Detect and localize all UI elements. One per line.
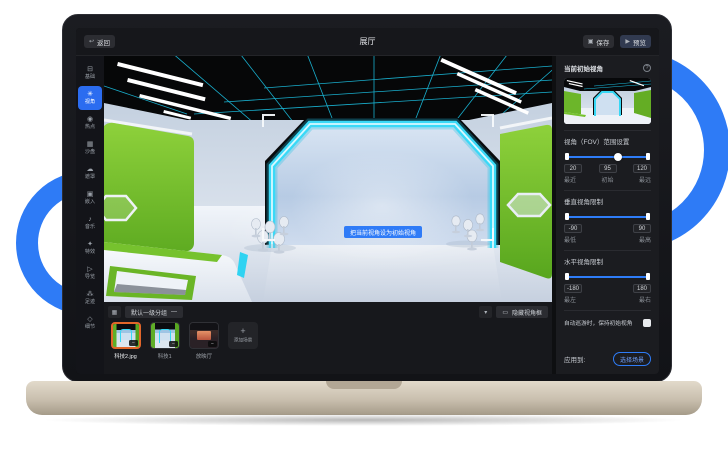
help-icon[interactable]: ? [643,64,651,72]
initial-view-preview [564,78,651,124]
app-window: ↩ 返回 展厅 ▣ 保存 ▶ 预览 ⊟ 基础 ✳ 视角 [76,28,659,374]
sidebar-item-basic[interactable]: ⊟ 基础 [78,61,102,85]
scene-badge: − [208,341,217,347]
sidebar-item-footprints[interactable]: ⁂ 足迹 [78,286,102,310]
back-arrow-icon: ↩ [89,38,94,45]
fov-min-value[interactable]: 20 [564,164,582,173]
vertical-max-handle[interactable] [646,213,650,220]
vertical-min-handle[interactable] [565,213,569,220]
grid-icon: ▦ [112,309,118,316]
select-scene-button[interactable]: 选择场景 [613,352,651,366]
scene-badge: − [129,340,138,346]
save-button[interactable]: ▣ 保存 [583,35,615,48]
layers-icon: ⊟ [87,66,93,74]
fov-section-title: 视角（FOV）范围设置 [564,136,651,146]
panel-toggle-button[interactable]: ▾ [479,306,492,318]
hotspot-icon: ◉ [87,116,93,124]
collapse-dash-icon: — [171,309,177,315]
scene-thumb-3[interactable]: − 放映厅 [189,322,219,360]
back-button[interactable]: ↩ 返回 [84,35,115,48]
apply-to-label: 应用到: [564,354,585,364]
play-icon: ▶ [625,38,630,45]
scene-viewport[interactable]: 把当前视角设为初始视角 [104,56,552,302]
auto-tour-label: 自动巡游时，保持初始视角 [564,318,632,327]
horizontal-max-value[interactable]: 180 [633,284,651,293]
laptop-base-notch [326,381,402,389]
sidebar-item-hotspot[interactable]: ◉ 热点 [78,111,102,135]
sidebar-item-view[interactable]: ✳ 视角 [78,86,102,110]
panel-title: 当前初始视角 [564,63,603,73]
view-angle-icon: ✳ [87,91,93,99]
footprints-icon: ⁂ [87,291,94,299]
horizontal-min-value[interactable]: -180 [564,284,582,293]
sandbox-icon: ▦ [87,141,94,149]
frame-icon: ▭ [502,309,508,316]
vertical-limit-slider[interactable] [565,212,650,221]
preview-label: 预览 [633,37,646,47]
add-scene-button[interactable]: + 添加场景 [228,322,258,349]
vertical-max-value[interactable]: 90 [633,224,651,233]
sidebar-item-mask[interactable]: ☁ 遮罩 [78,161,102,185]
scene-render [104,56,552,302]
sidebar-item-tour[interactable]: ▷ 导览 [78,261,102,285]
scene-strip-panel: ▦ 默认一级分组 — ▾ ▭ 隐藏视角框 − [104,302,552,374]
sidebar-item-music[interactable]: ♪ 音乐 [78,211,102,235]
fov-range-slider[interactable] [565,152,650,161]
sidebar-item-details[interactable]: ◇ 细节 [78,311,102,335]
vertical-min-value[interactable]: -90 [564,224,582,233]
tool-sidebar: ⊟ 基础 ✳ 视角 ◉ 热点 ▦ 沙盘 ☁ 遮罩 ▣ 嵌入 ♪ 音乐 ✦ [76,56,104,374]
scene-badge: − [169,341,178,347]
fov-min-handle[interactable] [565,153,569,160]
auto-tour-checkbox[interactable] [643,319,651,327]
sidebar-item-effects[interactable]: ✦ 特效 [78,236,102,260]
plus-icon: + [240,327,245,336]
embed-icon: ▣ [87,191,94,199]
top-bar: ↩ 返回 展厅 ▣ 保存 ▶ 预览 [76,28,659,56]
fov-max-handle[interactable] [646,153,650,160]
sidebar-item-sandbox[interactable]: ▦ 沙盘 [78,136,102,160]
detail-icon: ◇ [87,316,92,324]
group-grid-button[interactable]: ▦ [108,306,121,318]
scene-thumb-1[interactable]: − 科技2.jpg [111,322,141,360]
cloud-icon: ☁ [87,166,94,174]
group-tab[interactable]: 默认一级分组 — [125,306,183,318]
horizontal-limit-title: 水平视角限制 [564,256,651,266]
scene-thumb-2[interactable]: − 科技1 [150,322,180,360]
horizontal-limit-slider[interactable] [565,272,650,281]
horizontal-max-handle[interactable] [646,273,650,280]
back-label: 返回 [97,37,110,47]
chevron-down-icon: ▾ [484,309,487,316]
hide-view-frame-button[interactable]: ▭ 隐藏视角框 [496,306,548,318]
tour-icon: ▷ [87,266,92,274]
sidebar-item-embed[interactable]: ▣ 嵌入 [78,186,102,210]
preview-button[interactable]: ▶ 预览 [620,35,651,48]
page: ↩ 返回 展厅 ▣ 保存 ▶ 预览 ⊟ 基础 ✳ 视角 [0,0,728,460]
page-title: 展厅 [360,36,376,47]
fov-initial-handle[interactable] [614,153,622,161]
vertical-limit-title: 垂直视角限制 [564,196,651,206]
save-label: 保存 [596,37,609,47]
set-initial-view-button[interactable]: 把当前视角设为初始视角 [344,226,422,238]
sparkle-icon: ✦ [87,241,93,249]
music-note-icon: ♪ [88,216,92,224]
view-settings-panel: 当前初始视角 ? [556,56,659,374]
fov-initial-value[interactable]: 95 [599,164,617,173]
fov-max-value[interactable]: 120 [633,164,651,173]
save-icon: ▣ [588,38,594,45]
horizontal-min-handle[interactable] [565,273,569,280]
laptop-shadow [40,414,688,426]
add-scene[interactable]: + 添加场景 [228,322,258,360]
